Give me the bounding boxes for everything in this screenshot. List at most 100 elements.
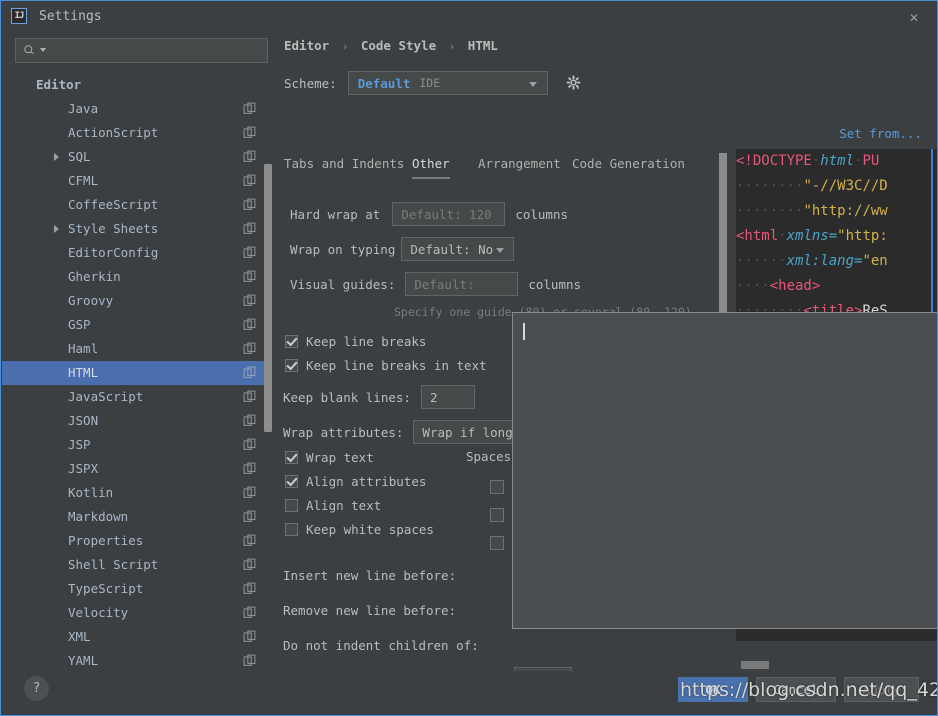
sidebar-item-label: Velocity bbox=[68, 605, 129, 620]
copy-settings-icon[interactable] bbox=[243, 414, 256, 427]
gear-icon[interactable] bbox=[565, 75, 582, 92]
code-token: "en bbox=[862, 253, 888, 269]
copy-settings-icon[interactable] bbox=[243, 246, 256, 259]
expand-arrow-icon[interactable] bbox=[54, 153, 59, 161]
sidebar-item-haml[interactable]: Haml bbox=[2, 337, 272, 361]
sidebar-item-java[interactable]: Java bbox=[2, 97, 272, 121]
sidebar-item-velocity[interactable]: Velocity bbox=[2, 601, 272, 625]
sidebar-item-cfml[interactable]: CFML bbox=[2, 169, 272, 193]
spaces-column-header: Spaces bbox=[466, 449, 512, 464]
wrap-text-checkbox[interactable] bbox=[285, 451, 298, 464]
sidebar-item-jsp[interactable]: JSP bbox=[2, 433, 272, 457]
sidebar-item-label: JSPX bbox=[68, 461, 99, 476]
close-icon[interactable]: ✕ bbox=[905, 8, 923, 26]
copy-settings-icon[interactable] bbox=[243, 174, 256, 187]
copy-settings-icon[interactable] bbox=[243, 126, 256, 139]
copy-settings-icon[interactable] bbox=[243, 390, 256, 403]
sidebar-item-properties[interactable]: Properties bbox=[2, 529, 272, 553]
tab-arrangement[interactable]: Arrangement bbox=[478, 153, 561, 179]
keep-line-breaks-in-text-row[interactable]: Keep line breaks in text bbox=[285, 358, 487, 373]
copy-settings-icon[interactable] bbox=[243, 102, 256, 115]
sidebar-item-coffeescript[interactable]: CoffeeScript bbox=[2, 193, 272, 217]
sidebar-item-gsp[interactable]: GSP bbox=[2, 313, 272, 337]
keep-line-breaks-in-text-checkbox[interactable] bbox=[285, 359, 298, 372]
chevron-down-icon[interactable] bbox=[528, 82, 537, 87]
copy-settings-icon[interactable] bbox=[243, 342, 256, 355]
tab-other[interactable]: Other bbox=[412, 153, 450, 179]
breadcrumb-item-1[interactable]: Code Style bbox=[361, 38, 436, 53]
text-caret bbox=[523, 323, 525, 340]
sidebar-item-xml[interactable]: XML bbox=[2, 625, 272, 649]
sidebar-item-sql[interactable]: SQL bbox=[2, 145, 272, 169]
preview-scrollbar[interactable] bbox=[719, 153, 727, 328]
inline-text-popup[interactable] bbox=[512, 312, 937, 629]
sidebar-item-typescript[interactable]: TypeScript bbox=[2, 577, 272, 601]
copy-settings-icon[interactable] bbox=[243, 222, 256, 235]
copy-settings-icon[interactable] bbox=[243, 606, 256, 619]
sidebar-item-javascript[interactable]: JavaScript bbox=[2, 385, 272, 409]
copy-settings-icon[interactable] bbox=[243, 150, 256, 163]
sidebar-item-editorconfig[interactable]: EditorConfig bbox=[2, 241, 272, 265]
breadcrumb-item-0[interactable]: Editor bbox=[284, 38, 329, 53]
tab-tabs-and-indents[interactable]: Tabs and Indents bbox=[284, 153, 404, 179]
copy-settings-icon[interactable] bbox=[243, 366, 256, 379]
spaces-checkbox-2[interactable] bbox=[490, 508, 504, 522]
copy-settings-icon[interactable] bbox=[243, 654, 256, 667]
copy-settings-icon[interactable] bbox=[243, 318, 256, 331]
sidebar-item-yaml[interactable]: YAML bbox=[2, 649, 272, 671]
wrap-on-typing-select[interactable]: Default: No bbox=[401, 237, 515, 261]
keep-white-spaces-row[interactable]: Keep white spaces bbox=[285, 522, 434, 537]
preview-horizontal-scrollbar[interactable] bbox=[741, 661, 769, 669]
wrap-text-row[interactable]: Wrap text bbox=[285, 450, 374, 465]
search-input[interactable] bbox=[15, 38, 268, 63]
scheme-row: Scheme: Default IDE bbox=[284, 71, 582, 95]
spaces-checkbox-1[interactable] bbox=[490, 480, 504, 494]
copy-settings-icon[interactable] bbox=[243, 510, 256, 523]
copy-settings-icon[interactable] bbox=[243, 558, 256, 571]
copy-settings-icon[interactable] bbox=[243, 438, 256, 451]
search-icon bbox=[24, 45, 34, 55]
code-token: "http: bbox=[837, 228, 888, 244]
hard-wrap-input[interactable]: Default: 120 bbox=[392, 202, 506, 226]
sidebar-item-markdown[interactable]: Markdown bbox=[2, 505, 272, 529]
spaces-checkbox-3[interactable] bbox=[490, 536, 504, 550]
sidebar-item-json[interactable]: JSON bbox=[2, 409, 272, 433]
sidebar-item-shell-script[interactable]: Shell Script bbox=[2, 553, 272, 577]
help-icon[interactable]: ? bbox=[24, 676, 49, 701]
align-text-row[interactable]: Align text bbox=[285, 498, 381, 513]
keep-line-breaks-row[interactable]: Keep line breaks bbox=[285, 334, 426, 349]
sidebar-item-style-sheets[interactable]: Style Sheets bbox=[2, 217, 272, 241]
scheme-selected-value: Default bbox=[357, 75, 411, 91]
sidebar-item-jspx[interactable]: JSPX bbox=[2, 457, 272, 481]
align-attributes-checkbox[interactable] bbox=[285, 475, 298, 488]
sidebar-item-label: Java bbox=[68, 101, 99, 116]
sidebar-item-html[interactable]: HTML bbox=[2, 361, 272, 385]
align-attributes-row[interactable]: Align attributes bbox=[285, 474, 426, 489]
search-dropdown-arrow-icon[interactable] bbox=[40, 48, 46, 52]
tab-code-generation[interactable]: Code Generation bbox=[572, 153, 685, 179]
chevron-down-icon[interactable] bbox=[496, 248, 505, 253]
copy-settings-icon[interactable] bbox=[243, 198, 256, 211]
preview-bottom-line: ····<body·class=" bbox=[736, 637, 879, 641]
keep-blank-lines-input[interactable]: 2 bbox=[420, 385, 475, 409]
sidebar-item-kotlin[interactable]: Kotlin bbox=[2, 481, 272, 505]
sidebar-scrollbar[interactable] bbox=[264, 164, 272, 432]
copy-settings-icon[interactable] bbox=[243, 582, 256, 595]
copy-settings-icon[interactable] bbox=[243, 462, 256, 475]
align-text-checkbox[interactable] bbox=[285, 499, 298, 512]
copy-settings-icon[interactable] bbox=[243, 486, 256, 499]
copy-settings-icon[interactable] bbox=[243, 294, 256, 307]
sidebar-group-editor[interactable]: Editor bbox=[2, 73, 272, 97]
expand-arrow-icon[interactable] bbox=[54, 225, 59, 233]
scheme-select[interactable]: Default IDE bbox=[347, 71, 548, 95]
set-from-link[interactable]: Set from... bbox=[839, 126, 922, 141]
sidebar-item-actionscript[interactable]: ActionScript bbox=[2, 121, 272, 145]
keep-line-breaks-checkbox[interactable] bbox=[285, 335, 298, 348]
copy-settings-icon[interactable] bbox=[243, 534, 256, 547]
visual-guides-input[interactable]: Default: bbox=[405, 272, 519, 296]
sidebar-item-groovy[interactable]: Groovy bbox=[2, 289, 272, 313]
copy-settings-icon[interactable] bbox=[243, 270, 256, 283]
keep-white-spaces-checkbox[interactable] bbox=[285, 523, 298, 536]
copy-settings-icon[interactable] bbox=[243, 630, 256, 643]
sidebar-item-gherkin[interactable]: Gherkin bbox=[2, 265, 272, 289]
